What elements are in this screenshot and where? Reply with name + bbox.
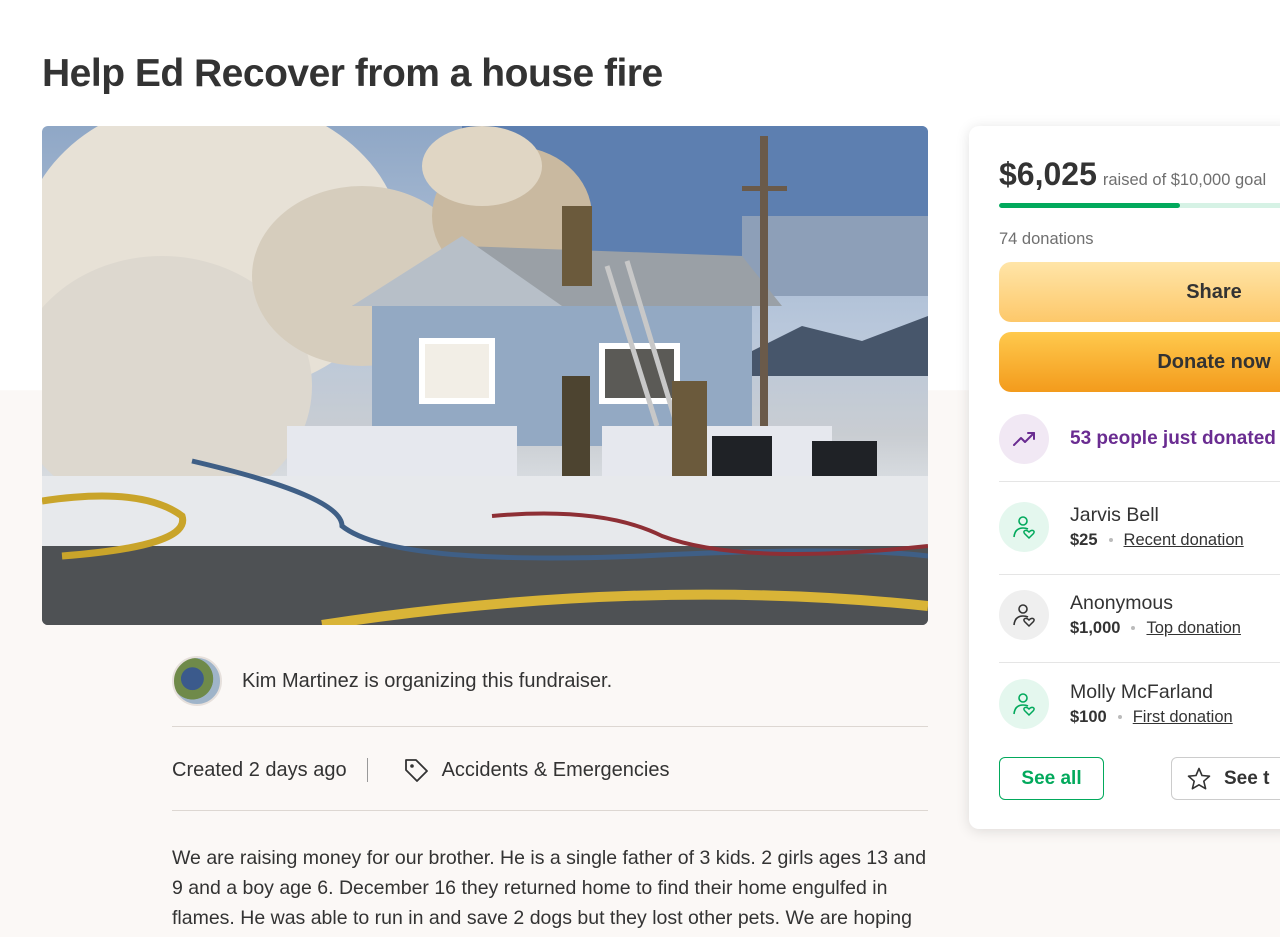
campaign-hero-image xyxy=(42,126,928,625)
progress-bar xyxy=(999,203,1280,208)
recent-donors-count[interactable]: 53 people just donated xyxy=(1070,428,1276,450)
donor-amount: $25 xyxy=(1070,531,1098,549)
donate-button[interactable]: Donate now xyxy=(999,332,1280,392)
category-link[interactable]: Accidents & Emergencies xyxy=(442,759,670,782)
raised-amount: $6,025 xyxy=(999,156,1097,192)
divider xyxy=(172,810,928,811)
donation-type-link[interactable]: Top donation xyxy=(1146,616,1241,640)
trend-row: 53 people just donated xyxy=(999,414,1276,464)
see-top-button[interactable]: See t xyxy=(1171,757,1280,800)
donor-item: Molly McFarland $100 First donation xyxy=(999,679,1233,729)
separator-dot xyxy=(1117,715,1122,719)
campaign-meta: Created 2 days ago Accidents & Emergenci… xyxy=(172,754,669,786)
share-button[interactable]: Share xyxy=(999,262,1280,322)
trending-up-icon xyxy=(999,414,1049,464)
divider xyxy=(999,662,1280,663)
donor-name: Anonymous xyxy=(1070,592,1173,614)
donor-name: Molly McFarland xyxy=(1070,681,1214,703)
donation-type-link[interactable]: First donation xyxy=(1133,705,1233,729)
star-icon xyxy=(1187,767,1211,789)
donation-type-link[interactable]: Recent donation xyxy=(1124,528,1244,552)
donation-card: $6,025 raised of $10,000 goal 74 donatio… xyxy=(969,126,1280,829)
organizer-avatar[interactable] xyxy=(172,656,222,706)
donation-count: 74 donations xyxy=(999,230,1094,248)
donor-amount: $100 xyxy=(1070,708,1107,726)
donor-heart-icon xyxy=(999,502,1049,552)
tag-icon xyxy=(404,759,428,782)
created-date: Created 2 days ago xyxy=(172,758,347,781)
campaign-story: We are raising money for our brother. He… xyxy=(172,847,927,929)
donor-name: Jarvis Bell xyxy=(1070,504,1159,526)
raised-summary: $6,025 raised of $10,000 goal xyxy=(999,156,1266,193)
organizer-row: Kim Martinez is organizing this fundrais… xyxy=(172,656,612,706)
see-all-button[interactable]: See all xyxy=(999,757,1104,800)
donor-heart-icon xyxy=(999,679,1049,729)
divider xyxy=(999,481,1280,482)
divider xyxy=(172,726,928,727)
meta-separator xyxy=(366,758,368,782)
separator-dot xyxy=(1108,538,1113,542)
progress-fill xyxy=(999,203,1180,208)
page-title: Help Ed Recover from a house fire xyxy=(42,52,663,95)
donor-amount: $1,000 xyxy=(1070,619,1121,637)
donor-heart-icon xyxy=(999,590,1049,640)
separator-dot xyxy=(1131,626,1136,630)
divider xyxy=(999,574,1280,575)
donor-item: Jarvis Bell $25 Recent donation xyxy=(999,502,1244,552)
organizer-text: Kim Martinez is organizing this fundrais… xyxy=(242,669,613,692)
see-top-label: See t xyxy=(1224,767,1270,789)
donor-item: Anonymous $1,000 Top donation xyxy=(999,590,1241,640)
goal-text: raised of $10,000 goal xyxy=(1102,171,1267,189)
